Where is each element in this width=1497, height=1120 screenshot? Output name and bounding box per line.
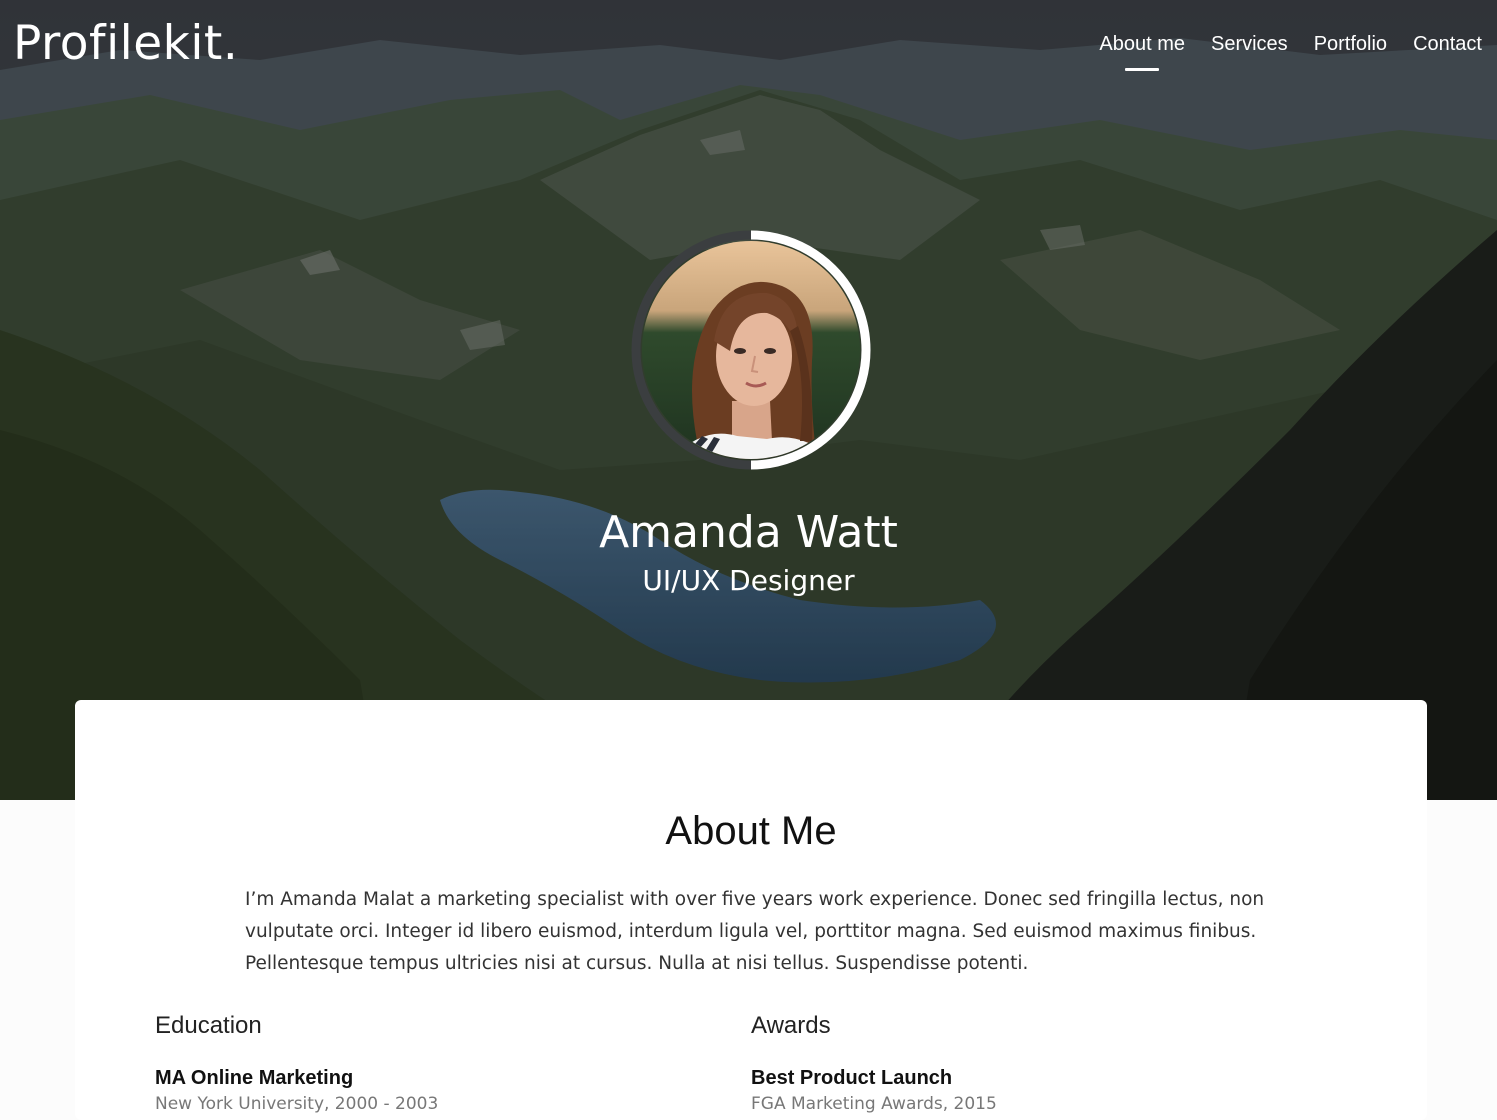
awards-column: Awards Best Product Launch FGA Marketing… <box>751 1010 1251 1116</box>
education-column: Education MA Online Marketing New York U… <box>155 1010 655 1116</box>
hero-section: Profilekit. About me Services Portfolio … <box>0 0 1497 800</box>
nav-item-contact[interactable]: Contact <box>1413 30 1482 58</box>
education-item-title: MA Online Marketing <box>155 1067 354 1089</box>
about-paragraph: I’m Amanda Malat a marketing specialist … <box>245 889 1265 974</box>
main-nav: About me Services Portfolio Contact <box>1099 30 1482 58</box>
nav-item-about-me[interactable]: About me <box>1099 30 1185 58</box>
awards-title: Awards <box>751 1012 831 1039</box>
award-item-title: Best Product Launch <box>751 1067 953 1089</box>
nav-item-services[interactable]: Services <box>1211 30 1288 58</box>
logo[interactable]: Profilekit. <box>13 12 238 76</box>
avatar-photo <box>642 241 860 459</box>
education-title: Education <box>155 1012 262 1039</box>
profile-role: UI/UX Designer <box>642 564 855 597</box>
nav-item-portfolio[interactable]: Portfolio <box>1314 30 1387 58</box>
section-title: About Me <box>665 809 837 853</box>
avatar <box>642 241 860 459</box>
about-card: About Me I’m Amanda Malat a marketing sp… <box>75 700 1427 1120</box>
award-item-subtitle: FGA Marketing Awards, 2015 <box>751 1094 997 1114</box>
education-item-subtitle: New York University, 2000 - 2003 <box>155 1094 439 1114</box>
profile-name: Amanda Watt <box>599 507 898 558</box>
avatar-ring <box>631 230 871 470</box>
